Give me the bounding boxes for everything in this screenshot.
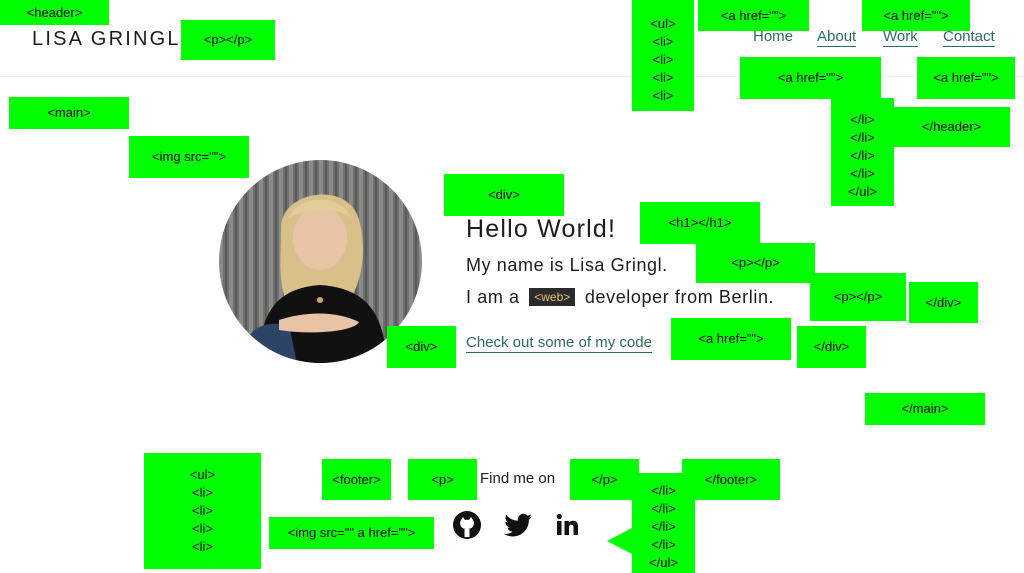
annotation-a-href-2: <a href=""> — [862, 0, 970, 31]
annotation-footer-open: <footer> — [322, 459, 391, 500]
hero-intro: My name is Lisa Gringl. — [466, 255, 668, 275]
annotation-a-href-4: <a href=""> — [917, 57, 1015, 99]
annotation-img-src: <img src=""> — [129, 136, 249, 178]
linkedin-icon[interactable] — [551, 509, 583, 541]
annotation-arrow-shape — [607, 528, 632, 554]
hero-role: I am a <web> developer from Berlin. — [466, 287, 774, 308]
annotation-a-href-3: <a href=""> — [740, 57, 881, 99]
annotation-img-src-href: <img src="" a href=""> — [269, 517, 434, 549]
annotation-main-open: <main> — [9, 97, 129, 129]
annotation-a-href-link: <a href=""> — [671, 318, 791, 360]
annotation-p-open: <p> — [408, 459, 477, 500]
annotation-footer-close: </footer> — [682, 459, 780, 500]
annotation-ul-footer: <ul> <li> <li> <li> <li> — [144, 453, 261, 569]
annotation-p-logo: <p></p> — [181, 20, 275, 60]
annotation-a-href-1: <a href=""> — [698, 0, 809, 31]
annotation-main-close: </main> — [865, 393, 985, 425]
web-code-badge: <web> — [529, 288, 576, 306]
hero-title: Hello World! — [466, 215, 617, 243]
annotation-p-1: <p></p> — [696, 243, 815, 283]
code-link[interactable]: Check out some of my code — [466, 334, 652, 353]
annotation-header-open: <header> — [0, 0, 109, 25]
annotation-header-close: </header> — [893, 107, 1010, 147]
find-me-text: Find me on — [480, 470, 556, 487]
annotation-h1: <h1></h1> — [640, 202, 760, 244]
annotation-p-close: </p> — [570, 459, 639, 500]
annotation-li-close-nav: </li> </li> </li> </li> </ul> — [831, 98, 894, 206]
twitter-icon[interactable] — [502, 509, 534, 541]
annotation-p-2: <p></p> — [810, 273, 906, 321]
annotation-ul-nav: <ul> <li> <li> <li> <li> — [632, 0, 694, 111]
nav-about-link[interactable]: About — [817, 28, 857, 47]
hero-role-suffix: developer from Berlin. — [584, 287, 775, 307]
annotation-div-close-2: </div> — [797, 326, 866, 368]
annotation-div-open: <div> — [444, 174, 564, 216]
annotation-div-avatar: <div> — [387, 326, 456, 368]
hero-role-prefix: I am a — [466, 287, 520, 307]
annotation-li-close-footer: </li> </li> </li> </li> </ul> — [632, 473, 695, 573]
annotation-div-close-1: </div> — [909, 282, 978, 323]
github-icon[interactable] — [451, 509, 483, 541]
